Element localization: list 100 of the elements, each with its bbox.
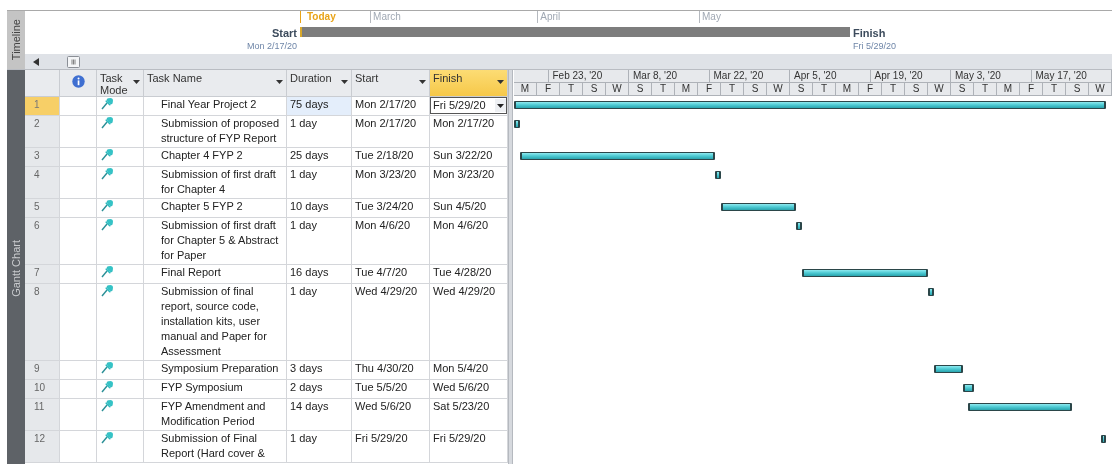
finish-date-field[interactable]: Fri 5/29/20 <box>430 97 507 114</box>
caret-icon[interactable] <box>419 80 426 84</box>
caret-icon[interactable] <box>276 80 283 84</box>
scroll-thumb[interactable] <box>67 55 80 68</box>
timescale-label: S <box>790 83 813 96</box>
pushpin-icon <box>100 148 114 161</box>
timescale-label: S <box>905 83 928 96</box>
start-date: Mon 2/17/20 <box>246 40 297 53</box>
gantt-chart-tab[interactable]: Gantt Chart <box>7 70 25 464</box>
row-number[interactable]: 4 <box>25 167 60 199</box>
timeline-scrollbar[interactable] <box>25 54 1112 69</box>
caret-icon[interactable] <box>497 80 504 84</box>
timescale-label: F <box>537 83 560 96</box>
duration-cell: 10 days <box>287 199 352 218</box>
duration-cell: 1 day <box>287 431 352 463</box>
task-name-cell: FYP Symposium <box>144 380 287 399</box>
indicators-header[interactable] <box>60 70 97 97</box>
finish-date: Fri 5/29/20 <box>853 40 897 53</box>
task-bar[interactable] <box>928 288 934 296</box>
task-bar[interactable] <box>933 365 963 373</box>
task-bar[interactable] <box>801 269 928 277</box>
task-bar[interactable] <box>968 403 1072 411</box>
start-cell: Mon 4/6/20 <box>352 218 430 265</box>
timescale-label: W <box>928 83 951 96</box>
timescale-label: W <box>606 83 629 96</box>
task-bar[interactable] <box>721 203 796 211</box>
row-number[interactable]: 12 <box>25 431 60 463</box>
task-bar[interactable] <box>715 171 721 179</box>
task-name-cell: Submission of final report, source code, installation kits, user manual and Paper for Assessment <box>144 284 287 361</box>
finish-cell: Mon 4/6/20 <box>430 218 508 265</box>
duration-cell: 3 days <box>287 361 352 380</box>
scroll-left-icon[interactable] <box>33 57 39 66</box>
finish-cell: Mon 3/23/20 <box>430 167 508 199</box>
task-bar[interactable] <box>962 384 974 392</box>
caret-icon[interactable] <box>341 80 348 84</box>
timescale-cell <box>514 70 549 83</box>
timescale-label: T <box>813 83 836 96</box>
timescale-label: T <box>652 83 675 96</box>
row-number[interactable]: 7 <box>25 265 60 284</box>
timescale-label: W <box>767 83 790 96</box>
row-number[interactable]: 11 <box>25 399 60 431</box>
row-number[interactable]: 9 <box>25 361 60 380</box>
timescale-label: May 3, '20 <box>951 70 1032 83</box>
row-number[interactable]: 1 <box>25 97 60 116</box>
start-cell: Tue 3/24/20 <box>352 199 430 218</box>
duration-cell: 1 day <box>287 284 352 361</box>
row-number[interactable]: 5 <box>25 199 60 218</box>
task-bar[interactable] <box>795 222 802 230</box>
duration-cell: 14 days <box>287 399 352 431</box>
task-bar[interactable] <box>1100 435 1107 443</box>
start-cell: Tue 5/5/20 <box>352 380 430 399</box>
timescale-label: T <box>882 83 905 96</box>
month-label: March <box>370 11 401 23</box>
column-header[interactable]: Start <box>352 70 430 97</box>
month-label: May <box>699 11 721 23</box>
timescale-label: F <box>859 83 882 96</box>
start-cell: Fri 5/29/20 <box>352 431 430 463</box>
row-number[interactable]: 8 <box>25 284 60 361</box>
row-number[interactable]: 3 <box>25 148 60 167</box>
timescale-label: M <box>675 83 698 96</box>
timeline-tab[interactable]: Timeline <box>7 11 25 69</box>
timescale-label: F <box>1020 83 1043 96</box>
task-bar[interactable] <box>514 120 520 128</box>
finish-cell: Wed 5/6/20 <box>430 380 508 399</box>
task-bar[interactable] <box>519 152 716 160</box>
finish-cell: Tue 4/28/20 <box>430 265 508 284</box>
finish-cell: Mon 5/4/20 <box>430 361 508 380</box>
timescale-label: M <box>997 83 1020 96</box>
timescale-label: Apr 19, '20 <box>870 70 951 83</box>
timescale-label: Mar 8, '20 <box>629 70 710 83</box>
pushpin-icon <box>100 380 114 393</box>
column-header[interactable]: Task Name <box>144 70 287 97</box>
timescale-label: M <box>514 83 537 96</box>
row-number[interactable]: 10 <box>25 380 60 399</box>
finish-label: Finish <box>853 27 886 39</box>
start-cell: Thu 4/30/20 <box>352 361 430 380</box>
start-cell: Mon 3/23/20 <box>352 167 430 199</box>
duration-cell: 75 days <box>287 97 352 116</box>
start-cell: Mon 2/17/20 <box>352 116 430 148</box>
finish-cell: Sun 4/5/20 <box>430 199 508 218</box>
start-cell: Wed 5/6/20 <box>352 399 430 431</box>
finish-cell: Fri 5/29/20 <box>430 431 508 463</box>
dropdown-icon[interactable] <box>495 99 506 112</box>
caret-icon[interactable] <box>133 80 140 84</box>
task-name-cell: Submission of proposed structure of FYP Report <box>144 116 287 148</box>
timescale-label: T <box>974 83 997 96</box>
task-bar[interactable] <box>514 101 1107 109</box>
timescale-label: M <box>836 83 859 96</box>
column-header[interactable]: Finish <box>430 70 508 97</box>
row-number[interactable]: 6 <box>25 218 60 265</box>
finish-cell: Sat 5/23/20 <box>430 399 508 431</box>
column-header[interactable]: Task Mode <box>97 70 144 97</box>
timescale-label: S <box>629 83 652 96</box>
row-number[interactable]: 2 <box>25 116 60 148</box>
timescale-label: Feb 23, '20 <box>548 70 629 83</box>
start-cell: Wed 4/29/20 <box>352 284 430 361</box>
duration-cell: 2 days <box>287 380 352 399</box>
timescale-label: Mar 22, '20 <box>709 70 790 83</box>
task-name-cell: Submission of Final Report (Hard cover & <box>144 431 287 463</box>
column-header[interactable]: Duration <box>287 70 352 97</box>
